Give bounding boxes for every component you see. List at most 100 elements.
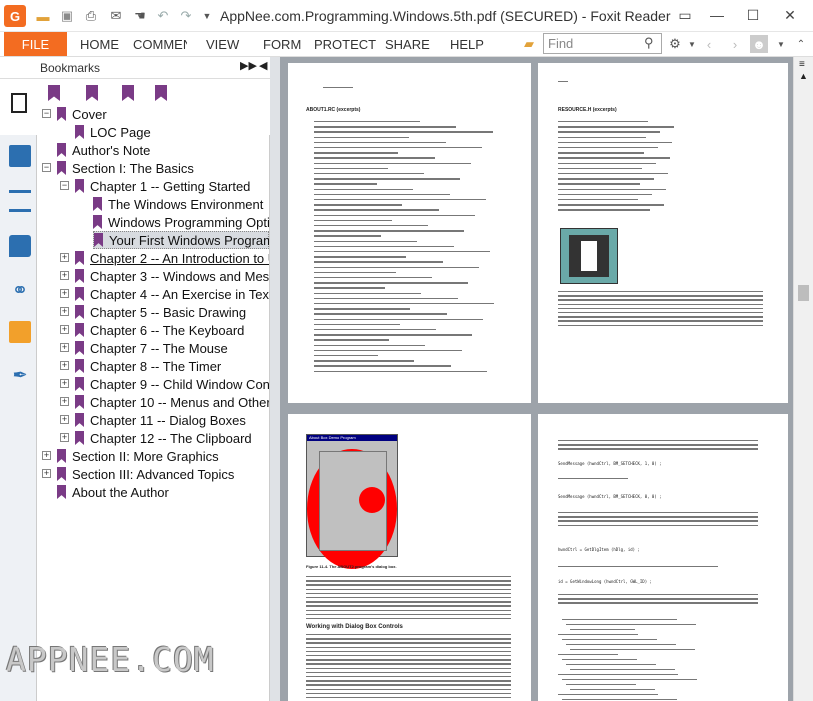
settings-gear-icon[interactable]: ⚙: [666, 35, 684, 53]
text-line: [306, 642, 511, 644]
add-bookmark-icon[interactable]: [86, 85, 98, 101]
bookmark-item[interactable]: Chapter 5 -- Basic Drawing: [75, 303, 246, 321]
text-line: [314, 329, 436, 331]
scroll-thumb[interactable]: [798, 285, 809, 301]
ribbon-display-icon[interactable]: ▭: [672, 4, 698, 26]
print-icon[interactable]: ⎙: [82, 7, 100, 25]
panel-splitter[interactable]: [270, 57, 280, 701]
tab-file[interactable]: FILE: [4, 32, 67, 56]
bookmark-item[interactable]: Chapter 8 -- The Timer: [75, 357, 221, 375]
expand-node-icon[interactable]: +: [60, 289, 69, 298]
bookmark-item[interactable]: Author's Note: [57, 141, 150, 159]
expand-node-icon[interactable]: +: [60, 253, 69, 262]
maximize-button[interactable]: ☐: [740, 4, 766, 26]
text-line: [562, 699, 677, 701]
find-folder-icon[interactable]: ▰: [520, 35, 538, 53]
bookmark-item[interactable]: Chapter 10 -- Menus and Other Resources: [75, 393, 269, 411]
tab-protect[interactable]: PROTECT: [314, 37, 376, 52]
collapse-node-icon[interactable]: −: [60, 181, 69, 190]
settings-chevron-icon[interactable]: ▼: [683, 35, 701, 53]
text-line: [306, 676, 511, 678]
bookmark-item[interactable]: About the Author: [57, 483, 169, 501]
expand-node-icon[interactable]: +: [60, 415, 69, 424]
vertical-scrollbar[interactable]: ≡ ▲: [793, 57, 813, 701]
delete-bookmark-icon[interactable]: [48, 85, 60, 101]
save-icon[interactable]: ▣: [58, 7, 76, 25]
bookmark-item[interactable]: Chapter 6 -- The Keyboard: [75, 321, 244, 339]
bookmark-item[interactable]: LOC Page: [75, 123, 151, 141]
security-panel-icon[interactable]: [9, 321, 31, 343]
expand-node-icon[interactable]: +: [42, 469, 51, 478]
foxit-logo-icon[interactable]: G: [4, 5, 26, 27]
search-icon[interactable]: ⚲: [644, 35, 654, 51]
tab-view[interactable]: VIEW: [206, 37, 239, 52]
expand-node-icon[interactable]: +: [60, 271, 69, 280]
bookmark-item[interactable]: Chapter 11 -- Dialog Boxes: [75, 411, 246, 429]
bookmark-item[interactable]: Cover: [57, 105, 107, 123]
comments-panel-icon[interactable]: [9, 235, 31, 257]
bookmark-item[interactable]: Your First Windows Program: [93, 231, 269, 249]
signature-panel-icon[interactable]: ✒: [9, 365, 31, 387]
text-line: [314, 344, 426, 346]
user-chevron-icon[interactable]: ▼: [772, 35, 790, 53]
next-result-icon[interactable]: ›: [726, 35, 744, 53]
expand-node-icon[interactable]: +: [60, 433, 69, 442]
redo-icon[interactable]: ↷: [177, 7, 195, 25]
scroll-menu-icon[interactable]: ≡: [799, 59, 805, 70]
scroll-up-icon[interactable]: ▲: [799, 71, 808, 81]
close-button[interactable]: ✕: [777, 4, 803, 26]
tab-home[interactable]: HOME: [80, 37, 119, 52]
expand-panel-icon[interactable]: ▶▶: [240, 59, 257, 72]
bookmark-item[interactable]: Chapter 12 -- The Clipboard: [75, 429, 252, 447]
expand-node-icon[interactable]: +: [60, 343, 69, 352]
bookmark-item[interactable]: Chapter 4 -- An Exercise in Text Output: [75, 285, 269, 303]
tab-form[interactable]: FORM: [263, 37, 301, 52]
hand-tool-icon[interactable]: ☚: [131, 7, 149, 25]
bookmark-label: Chapter 5 -- Basic Drawing: [90, 304, 247, 320]
tab-comment[interactable]: COMMENT: [133, 37, 187, 52]
open-folder-icon[interactable]: ▬: [34, 7, 52, 25]
expand-node-icon[interactable]: +: [60, 307, 69, 316]
text-line: [558, 512, 758, 514]
bookmarks-panel-tab[interactable]: [0, 79, 37, 135]
bookmark-options-icon[interactable]: [155, 85, 167, 101]
text-line: [306, 634, 511, 636]
pages-panel-icon[interactable]: [9, 145, 31, 167]
bookmark-item[interactable]: Chapter 7 -- The Mouse: [75, 339, 228, 357]
tab-share[interactable]: SHARE: [385, 37, 430, 52]
expand-node-icon[interactable]: +: [60, 397, 69, 406]
expand-node-icon[interactable]: +: [60, 325, 69, 334]
email-icon[interactable]: ✉: [107, 7, 125, 25]
expand-bookmark-icon[interactable]: [122, 85, 134, 101]
attachments-panel-icon[interactable]: ⚭: [9, 278, 31, 302]
prev-result-icon[interactable]: ‹: [700, 35, 718, 53]
undo-icon[interactable]: ↶: [154, 7, 172, 25]
customize-chevron-icon[interactable]: ▼: [198, 7, 216, 25]
bookmark-item[interactable]: Chapter 2 -- An Introduction to Unicode: [75, 249, 269, 267]
text-line: [314, 355, 378, 357]
bookmark-item[interactable]: Section III: Advanced Topics: [57, 465, 234, 483]
collapse-panel-icon[interactable]: ◀: [259, 59, 267, 72]
minimize-button[interactable]: —: [704, 4, 730, 26]
collapse-node-icon[interactable]: −: [42, 109, 51, 118]
bookmark-icon: [75, 359, 84, 373]
page-1-heading: ABOUT1.RC (excerpts): [306, 107, 361, 113]
bookmark-item[interactable]: Chapter 3 -- Windows and Messages: [75, 267, 269, 285]
bookmark-item[interactable]: Chapter 9 -- Child Window Controls: [75, 375, 269, 393]
bookmark-item[interactable]: Chapter 1 -- Getting Started: [75, 177, 250, 195]
collapse-ribbon-icon[interactable]: ⌃: [792, 35, 810, 53]
collapse-node-icon[interactable]: −: [42, 163, 51, 172]
expand-node-icon[interactable]: +: [60, 361, 69, 370]
user-avatar-icon[interactable]: ☻: [750, 35, 768, 53]
text-line: [306, 588, 511, 590]
expand-node-icon[interactable]: +: [60, 379, 69, 388]
text-line: [314, 245, 454, 248]
layers-panel-icon[interactable]: [9, 190, 31, 212]
tab-help[interactable]: HELP: [450, 37, 484, 52]
search-input[interactable]: Find ⚲: [543, 33, 662, 54]
bookmark-item[interactable]: Section I: The Basics: [57, 159, 194, 177]
bookmark-item[interactable]: The Windows Environment: [93, 195, 263, 213]
bookmark-item[interactable]: Windows Programming Options: [93, 213, 269, 231]
bookmark-item[interactable]: Section II: More Graphics: [57, 447, 219, 465]
expand-node-icon[interactable]: +: [42, 451, 51, 460]
